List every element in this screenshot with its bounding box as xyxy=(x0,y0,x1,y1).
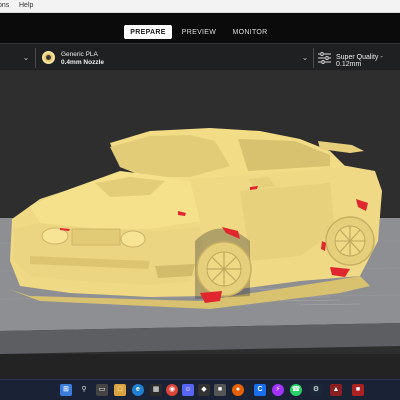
stage-bar: PREPARE PREVIEW MONITOR xyxy=(0,13,400,43)
firefox-icon[interactable]: ● xyxy=(232,384,244,396)
whatsapp-icon[interactable]: ☎ xyxy=(290,384,302,396)
discord-icon[interactable]: ☺ xyxy=(182,384,194,396)
cura-window: ons Help PREPARE PREVIEW MONITOR ⌄ Gener… xyxy=(0,0,400,400)
scene[interactable] xyxy=(0,71,400,379)
print-quality-profile[interactable]: Super Quality - 0.12mm xyxy=(336,54,400,68)
car-side-window xyxy=(238,139,330,171)
steam-icon[interactable]: ⚙ xyxy=(310,384,322,396)
task-view-icon[interactable]: ▭ xyxy=(96,384,108,396)
cura-icon[interactable]: C xyxy=(254,384,266,396)
viewport-floor xyxy=(0,354,400,379)
printer-chevron-down-icon[interactable]: ⌄ xyxy=(21,53,31,63)
material-name[interactable]: Generic PLA xyxy=(61,51,98,58)
car-grille xyxy=(71,228,121,246)
car-model[interactable] xyxy=(8,128,382,309)
3d-viewport[interactable] xyxy=(0,71,400,379)
windows-start-icon[interactable]: ⊞ xyxy=(60,384,72,396)
tab-monitor[interactable]: MONITOR xyxy=(228,25,272,39)
filament-spool-icon xyxy=(42,51,55,64)
nozzle-size[interactable]: 0.4mm Nozzle xyxy=(61,59,104,66)
messenger-icon[interactable]: ⚡ xyxy=(272,384,284,396)
divider xyxy=(313,48,314,68)
front-rim-spokes xyxy=(207,252,241,286)
chrome-icon[interactable]: ◉ xyxy=(166,384,178,396)
right-headlight xyxy=(120,230,146,248)
app-icon[interactable]: ▲ xyxy=(330,384,342,396)
store-icon[interactable]: ▦ xyxy=(150,384,162,396)
material-chevron-down-icon[interactable]: ⌄ xyxy=(300,53,310,63)
search-icon[interactable]: ⚲ xyxy=(78,384,90,396)
divider xyxy=(35,48,36,68)
menu-item-help[interactable]: Help xyxy=(19,2,33,9)
print-settings-sliders-icon[interactable] xyxy=(318,52,331,64)
windows-taskbar: ⊞ ⚲ ▭ □ e ▦ ◉ ☺ ◆ ■ ● C ⚡ ☎ ⚙ ▲ ■ xyxy=(0,379,400,400)
settings-bar: ⌄ Generic PLA 0.4mm Nozzle ⌄ Super Quali… xyxy=(0,43,400,71)
menu-bar: ons Help xyxy=(0,0,400,13)
app-icon[interactable]: ■ xyxy=(352,384,364,396)
tab-prepare[interactable]: PREPARE xyxy=(124,25,172,39)
edge-browser-icon[interactable]: e xyxy=(132,384,144,396)
file-explorer-icon[interactable]: □ xyxy=(114,384,126,396)
fog-light-housing xyxy=(155,264,195,278)
menu-item-extensions[interactable]: ons xyxy=(0,2,9,9)
app-icon[interactable]: ◆ xyxy=(198,384,210,396)
app-icon[interactable]: ■ xyxy=(214,384,226,396)
tab-preview[interactable]: PREVIEW xyxy=(178,25,220,39)
